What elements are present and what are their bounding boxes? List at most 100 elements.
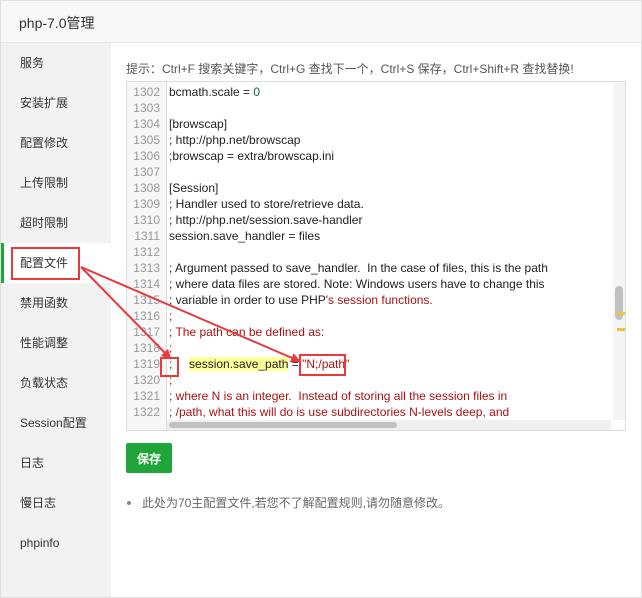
code-line[interactable]: 1308 [Session]	[127, 180, 625, 196]
line-number: 1313	[133, 261, 160, 275]
code-text[interactable]: ; variable in order to use PHP's session…	[169, 292, 433, 308]
code-text[interactable]: session.save_handler = files	[169, 228, 320, 244]
config-note-text: 此处为70主配置文件,若您不了解配置规则,请勿随意修改。	[142, 496, 451, 510]
line-number: 1318	[133, 341, 160, 355]
sidebar-item-config-file[interactable]: 配置文件	[1, 243, 111, 283]
sidebar-item-disabled-functions[interactable]: 禁用函数	[1, 283, 111, 323]
code-token: ; where data files are stored. Note: Win…	[169, 277, 545, 291]
code-line[interactable]: 1321 ; where N is an integer. Instead of …	[127, 388, 625, 404]
sidebar-item-slow-log[interactable]: 慢日志	[1, 483, 111, 523]
code-text[interactable]: [browscap]	[169, 116, 227, 132]
code-line[interactable]: 1314 ; where data files are stored. Note:…	[127, 276, 625, 292]
code-text[interactable]: ; Argument passed to save_handler. In th…	[169, 260, 548, 276]
code-token: ;	[169, 309, 173, 323]
line-number: 1304	[133, 117, 160, 131]
code-line[interactable]: 1312	[127, 244, 625, 260]
code-token: ; http://php.net/browscap	[169, 133, 301, 147]
config-note: 此处为70主配置文件,若您不了解配置规则,请勿随意修改。	[127, 494, 450, 511]
sidebar-item-log[interactable]: 日志	[1, 443, 111, 483]
line-number: 1317	[133, 325, 160, 339]
code-text[interactable]: ; The path can be defined as:	[169, 324, 324, 340]
sidebar-item-config-modify[interactable]: 配置修改	[1, 123, 111, 163]
code-line[interactable]: 1322 ; /path, what this will do is use su…	[127, 404, 625, 420]
horizontal-scrollbar[interactable]	[167, 420, 611, 430]
line-number: 1305	[133, 133, 160, 147]
line-number: 1316	[133, 309, 160, 323]
code-line[interactable]: 1303	[127, 100, 625, 116]
line-number: 1309	[133, 197, 160, 211]
code-line[interactable]: 1307	[127, 164, 625, 180]
horizontal-scroll-thumb[interactable]	[169, 422, 397, 428]
code-line[interactable]: 1319 ; session.save_path = "N;/path"	[127, 356, 625, 372]
line-number: 1314	[133, 277, 160, 291]
code-line[interactable]: 1306 ;browscap = extra/browscap.ini	[127, 148, 625, 164]
code-line[interactable]: 1305 ; http://php.net/browscap	[127, 132, 625, 148]
sidebar-item-upload-limit[interactable]: 上传限制	[1, 163, 111, 203]
code-text[interactable]: [Session]	[169, 180, 218, 196]
line-number: 1306	[133, 149, 160, 163]
code-text[interactable]: ; /path, what this will do is use subdir…	[169, 404, 509, 420]
code-line[interactable]: 1302 bcmath.scale = 0	[127, 84, 625, 100]
code-line[interactable]: 1304 [browscap]	[127, 116, 625, 132]
code-token: ; http://php.net/session.save-handler	[169, 213, 363, 227]
code-text[interactable]: ;browscap = extra/browscap.ini	[169, 148, 334, 164]
save-button[interactable]: 保存	[126, 443, 172, 473]
code-token: "N;/path"	[302, 357, 350, 371]
code-token: bcmath.scale =	[169, 85, 254, 99]
sidebar-item-load-status[interactable]: 负载状态	[1, 363, 111, 403]
line-number: 1321	[133, 389, 160, 403]
code-token: 's session functions.	[325, 293, 433, 307]
line-number: 1310	[133, 213, 160, 227]
code-token: ; variable in order to use PHP	[169, 293, 326, 307]
code-line[interactable]: 1320;	[127, 372, 625, 388]
line-number: 1322	[133, 405, 160, 419]
code-line[interactable]: 1316;	[127, 308, 625, 324]
line-number: 1307	[133, 165, 160, 179]
sidebar-item-install-extensions[interactable]: 安装扩展	[1, 83, 111, 123]
sidebar-item-phpinfo[interactable]: phpinfo	[1, 523, 111, 563]
code-text[interactable]: ;	[169, 308, 172, 324]
code-token: ;	[169, 373, 173, 387]
code-line[interactable]: 1311 session.save_handler = files	[127, 228, 625, 244]
code-token: [Session]	[169, 181, 219, 195]
code-token: ; /path, what this will do is use subdir…	[169, 405, 510, 419]
code-text[interactable]: ; where N is an integer. Instead of stor…	[169, 388, 507, 404]
code-text[interactable]: ; where data files are stored. Note: Win…	[169, 276, 545, 292]
line-number: 1308	[133, 181, 160, 195]
code-text[interactable]: ;	[169, 372, 172, 388]
line-number: 1315	[133, 293, 160, 307]
bullet-icon	[127, 500, 131, 505]
sidebar-item-session-config[interactable]: Session配置	[1, 403, 111, 443]
editor-tip: 提示：Ctrl+F 搜索关键字，Ctrl+G 查找下一个，Ctrl+S 保存，C…	[126, 62, 574, 76]
code-line[interactable]: 1315 ; variable in order to use PHP's ses…	[127, 292, 625, 308]
scroll-marker	[617, 328, 625, 331]
sidebar-item-timeout-limit[interactable]: 超时限制	[1, 203, 111, 243]
vertical-scrollbar[interactable]	[613, 82, 625, 420]
code-line[interactable]: 1310 ; http://php.net/session.save-handle…	[127, 212, 625, 228]
code-token: ;	[169, 341, 173, 355]
code-text[interactable]: bcmath.scale = 0	[169, 84, 260, 100]
php-manager-window: php-7.0管理 服务 安装扩展 配置修改 上传限制 超时限制 配置文件 禁用…	[0, 0, 642, 598]
line-number: 1320	[133, 373, 160, 387]
window-title: php-7.0管理	[19, 15, 95, 31]
code-line[interactable]: 1309 ; Handler used to store/retrieve dat…	[127, 196, 625, 212]
code-line[interactable]: 1313 ; Argument passed to save_handler. I…	[127, 260, 625, 276]
code-text[interactable]: ; http://php.net/browscap	[169, 132, 300, 148]
code-text[interactable]: ; session.save_path = "N;/path"	[169, 356, 349, 372]
code-token: session.save_path	[189, 357, 289, 371]
line-number: 1312	[133, 245, 160, 259]
code-editor[interactable]: 1302 bcmath.scale = 0 1303 1304 [browscap] 13…	[126, 81, 626, 431]
code-text[interactable]: ; Handler used to store/retrieve data.	[169, 196, 364, 212]
code-token: ; Handler used to store/retrieve data.	[169, 197, 364, 211]
code-text[interactable]: ; http://php.net/session.save-handler	[169, 212, 362, 228]
code-token: ;browscap = extra/browscap.ini	[169, 149, 335, 163]
code-line[interactable]: 1318;	[127, 340, 625, 356]
line-number: 1302	[133, 85, 160, 99]
sidebar-item-service[interactable]: 服务	[1, 43, 111, 83]
code-token: ; where N is an integer. Instead of stor…	[169, 389, 508, 403]
code-text[interactable]: ;	[169, 340, 172, 356]
sidebar: 服务 安装扩展 配置修改 上传限制 超时限制 配置文件 禁用函数 性能调整 负载…	[1, 43, 111, 597]
sidebar-item-performance[interactable]: 性能调整	[1, 323, 111, 363]
code-line[interactable]: 1317 ; The path can be defined as:	[127, 324, 625, 340]
